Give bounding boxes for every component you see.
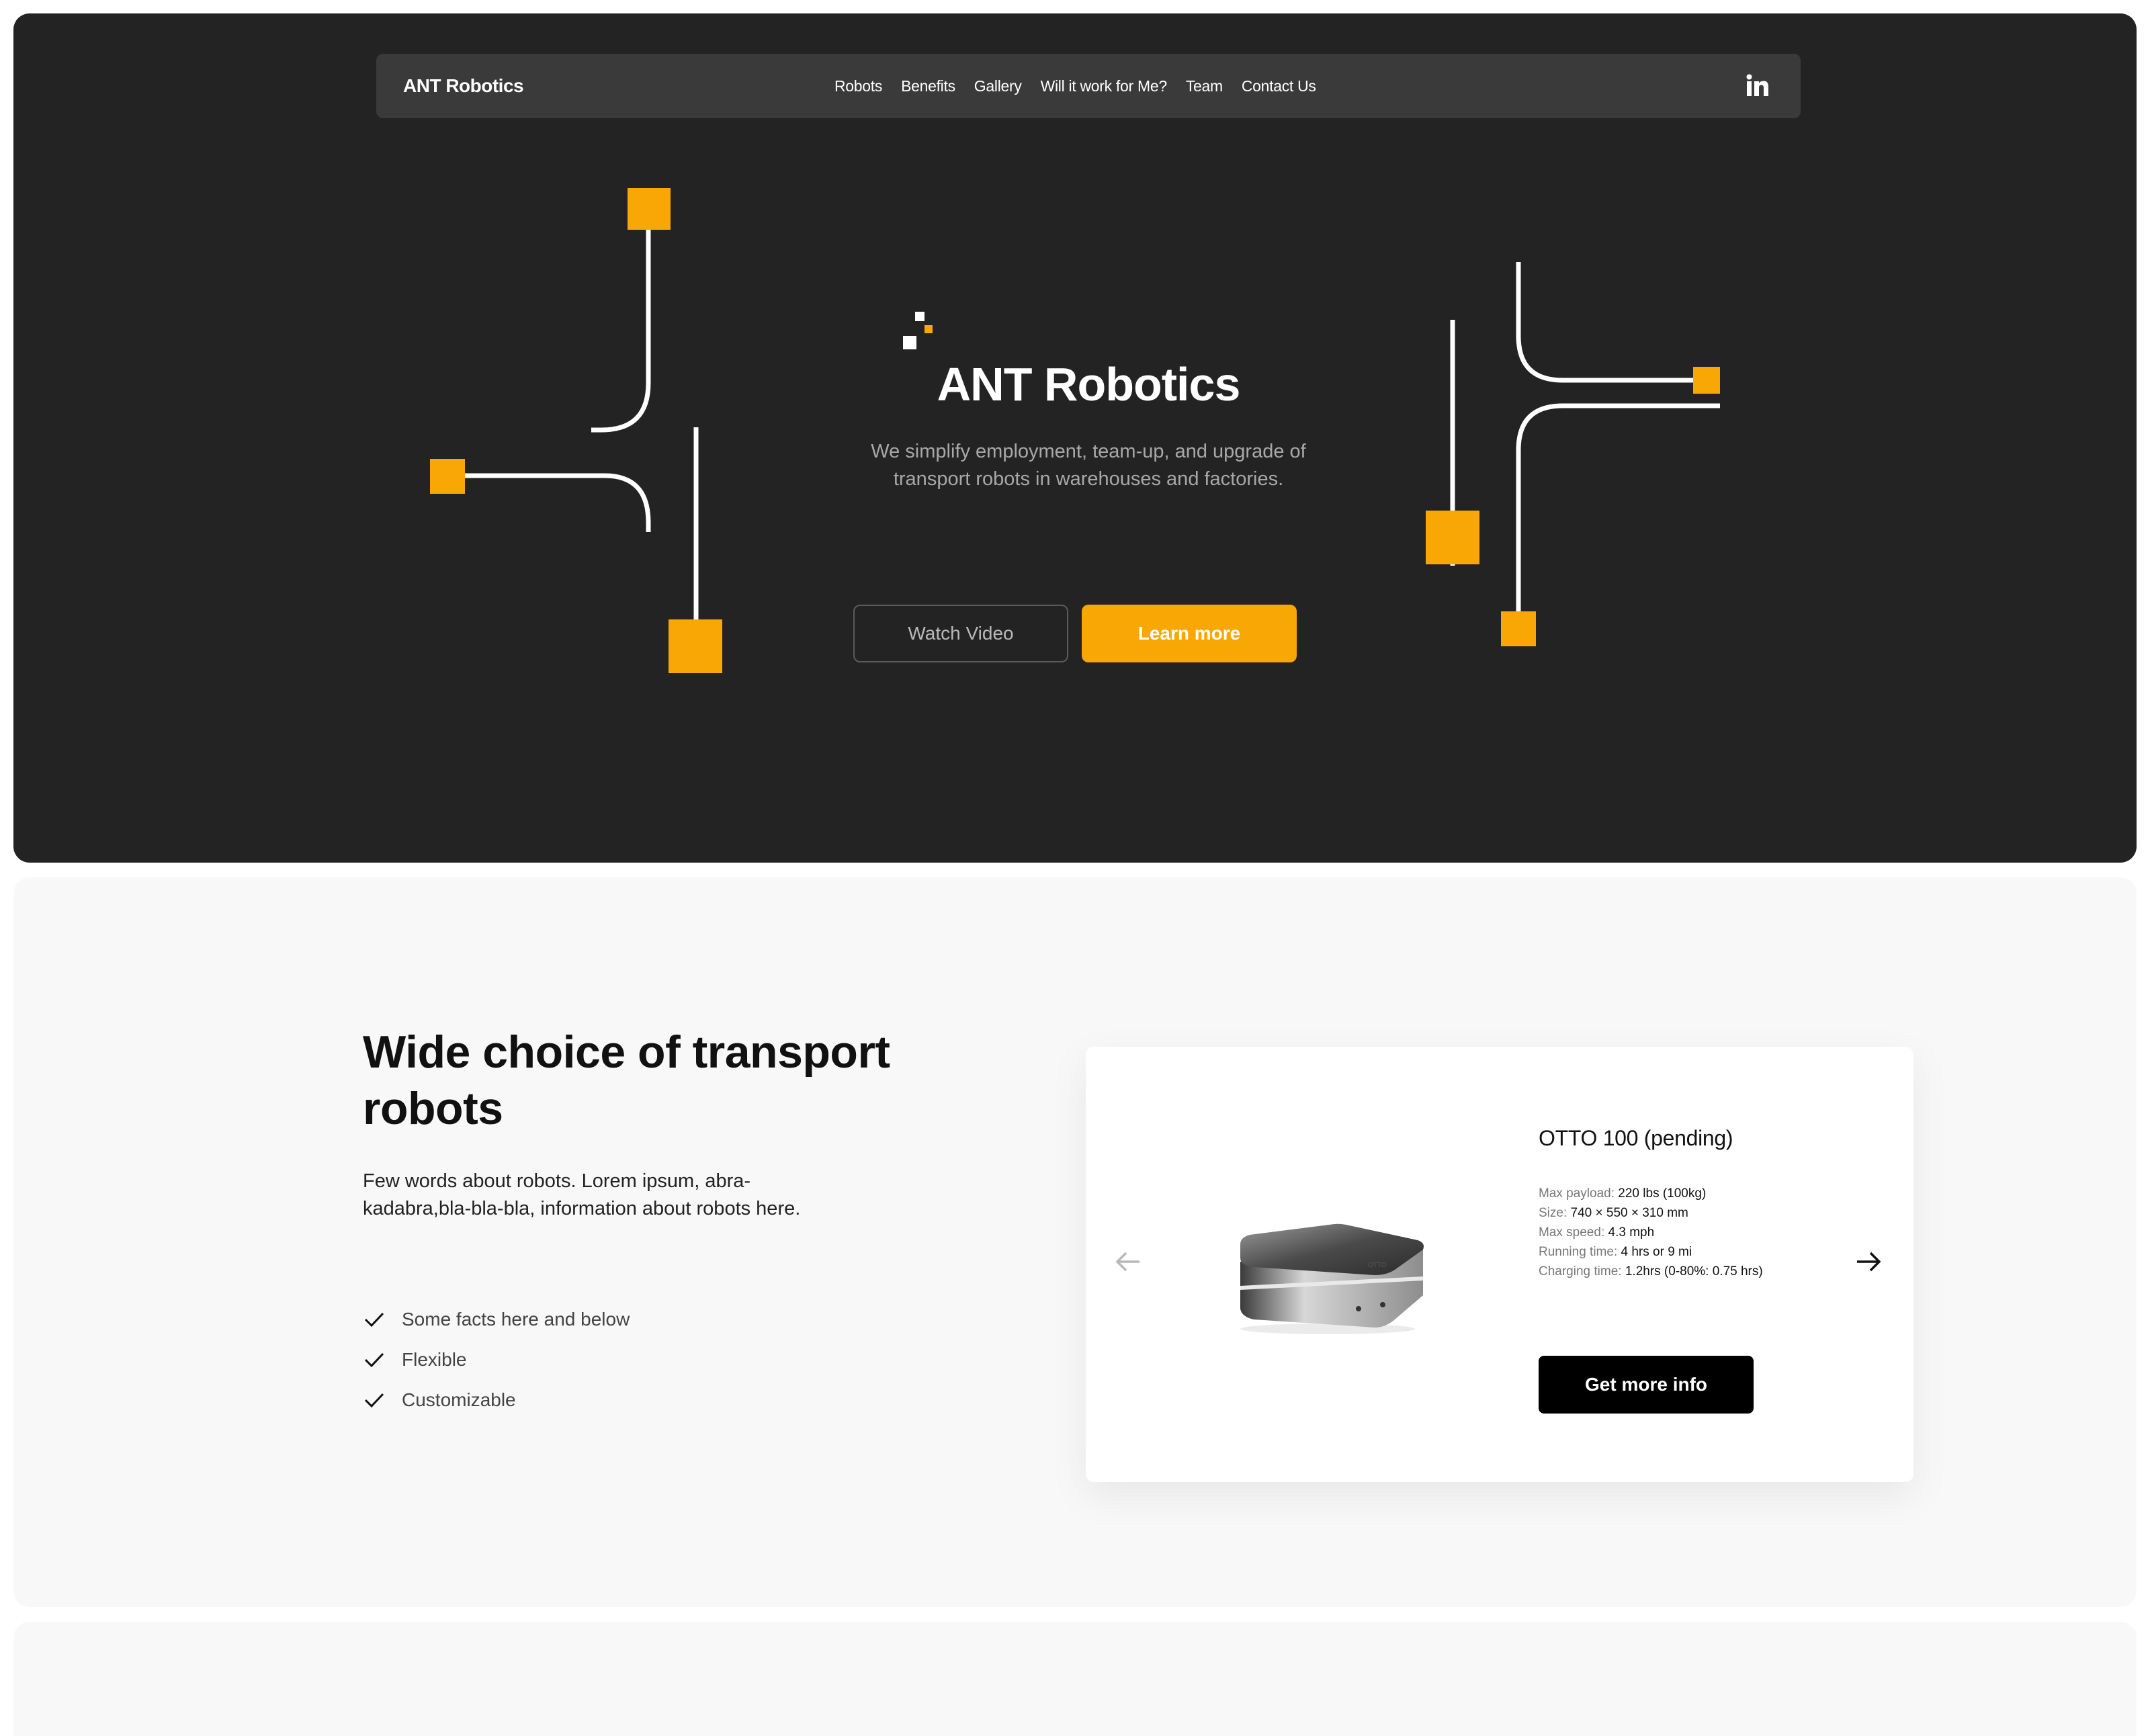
spec-label: Charging time: bbox=[1539, 1264, 1622, 1278]
fact-item: Flexible bbox=[363, 1340, 630, 1380]
spec-value: 4.3 mph bbox=[1608, 1225, 1655, 1240]
robots-section: Wide choice of transport robots Few word… bbox=[13, 877, 2137, 1607]
spec-label: Max speed: bbox=[1539, 1225, 1605, 1240]
nav-link-robots[interactable]: Robots bbox=[834, 77, 882, 95]
nav-link-will-it-work[interactable]: Will it work for Me? bbox=[1041, 77, 1168, 95]
facts-list: Some facts here and below Flexible Custo… bbox=[363, 1299, 630, 1420]
spec-row: Running time: 4 hrs or 9 mi bbox=[1539, 1242, 1763, 1262]
fact-item: Customizable bbox=[363, 1380, 630, 1420]
get-more-info-button[interactable]: Get more info bbox=[1539, 1356, 1754, 1414]
nav-link-gallery[interactable]: Gallery bbox=[974, 77, 1022, 95]
spec-row: Max payload: 220 lbs (100kg) bbox=[1539, 1184, 1763, 1203]
watch-video-button[interactable]: Watch Video bbox=[853, 605, 1068, 662]
arrow-right-icon[interactable] bbox=[1852, 1246, 1884, 1278]
spec-label: Running time: bbox=[1539, 1245, 1618, 1259]
section-description: Few words about robots. Lorem ipsum, abr… bbox=[363, 1170, 801, 1219]
fact-label: Customizable bbox=[402, 1389, 516, 1410]
brand-logo[interactable]: ANT Robotics bbox=[403, 54, 524, 118]
hero-section: ANT Robotics Robots Benefits Gallery Wil… bbox=[13, 13, 2137, 863]
hero-title: ANT Robotics bbox=[937, 358, 1241, 410]
spec-value: 220 lbs (100kg) bbox=[1618, 1186, 1707, 1201]
fact-label: Flexible bbox=[402, 1349, 467, 1370]
spec-label: Max payload: bbox=[1539, 1186, 1615, 1201]
spec-value: 1.2hrs (0-80%: 0.75 hrs) bbox=[1625, 1264, 1763, 1278]
robot-name: OTTO 100 (pending) bbox=[1539, 1126, 1733, 1150]
check-icon bbox=[364, 1312, 384, 1328]
spec-label: Size: bbox=[1539, 1206, 1567, 1220]
robot-image: OTTO bbox=[1240, 1223, 1424, 1334]
spec-value: 740 × 550 × 310 mm bbox=[1570, 1206, 1688, 1220]
nav-link-team[interactable]: Team bbox=[1186, 77, 1223, 95]
check-icon bbox=[364, 1352, 384, 1368]
spec-row: Max speed: 4.3 mph bbox=[1539, 1223, 1763, 1242]
robot-specs: Max payload: 220 lbs (100kg) Size: 740 ×… bbox=[1539, 1184, 1763, 1281]
spec-row: Charging time: 1.2hrs (0-80%: 0.75 hrs) bbox=[1539, 1262, 1763, 1281]
fact-item: Some facts here and below bbox=[363, 1299, 630, 1340]
nav-links: Robots Benefits Gallery Will it work for… bbox=[834, 54, 1316, 118]
linkedin-icon[interactable] bbox=[1744, 73, 1771, 99]
check-icon bbox=[364, 1393, 384, 1408]
fact-label: Some facts here and below bbox=[402, 1309, 630, 1330]
top-navbar: ANT Robotics Robots Benefits Gallery Wil… bbox=[376, 54, 1801, 118]
ant-logo-icon bbox=[903, 312, 933, 349]
spec-row: Size: 740 × 550 × 310 mm bbox=[1539, 1203, 1763, 1223]
nav-link-contact[interactable]: Contact Us bbox=[1242, 77, 1316, 95]
next-section bbox=[13, 1622, 2137, 1736]
nav-link-benefits[interactable]: Benefits bbox=[901, 77, 955, 95]
arrow-left-icon[interactable] bbox=[1113, 1246, 1145, 1278]
spec-value: 4 hrs or 9 mi bbox=[1621, 1245, 1692, 1259]
robot-body-text: OTTO bbox=[1368, 1262, 1387, 1269]
learn-more-button[interactable]: Learn more bbox=[1082, 605, 1297, 662]
robot-carousel-card: OTTO OTTO 100 (pending) Max payload: 220… bbox=[1086, 1047, 1914, 1482]
hero-subtitle: We simplify employment, team-up, and upg… bbox=[871, 441, 1306, 490]
section-title: Wide choice of transport robots bbox=[363, 1027, 890, 1134]
